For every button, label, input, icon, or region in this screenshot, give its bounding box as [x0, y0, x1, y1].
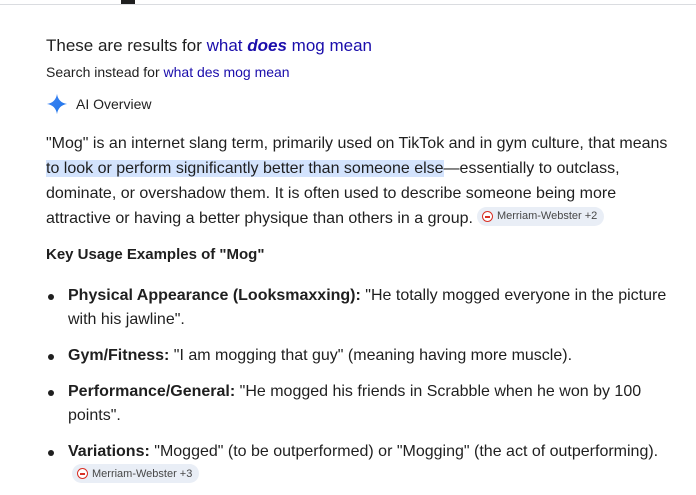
spelling-correction: These are results for what does mog mean	[46, 36, 372, 56]
bullet-term: Gym/Fitness:	[68, 347, 170, 364]
merriam-webster-favicon-icon	[77, 468, 88, 479]
merriam-webster-favicon-icon	[481, 211, 493, 222]
bullet-dot	[48, 354, 54, 360]
source-chip[interactable]: Merriam-Webster +2	[476, 207, 605, 226]
top-divider	[0, 0, 696, 5]
paragraph-text-before: "Mog" is an internet slang term, primari…	[46, 135, 668, 152]
ai-overview-header: AI Overview	[46, 93, 151, 115]
bullet-dot	[48, 450, 54, 456]
corrected-query-link[interactable]: what does mog mean	[207, 36, 372, 55]
bullet-term: Physical Appearance (Looksmaxxing):	[68, 287, 361, 304]
original-query-link[interactable]: what des mog mean	[164, 64, 290, 80]
bullet-dot	[48, 294, 54, 300]
ai-overview-label: AI Overview	[76, 96, 152, 112]
active-tab-indicator	[121, 0, 135, 4]
source-chip-label: Merriam-Webster +3	[92, 467, 193, 480]
bullet-term: Variations:	[68, 443, 150, 460]
results-for-prefix: These are results for	[46, 36, 207, 55]
source-chip-label: Merriam-Webster +2	[496, 210, 598, 222]
search-instead: Search instead for what des mog mean	[46, 63, 290, 81]
source-chip[interactable]: Merriam-Webster +3	[72, 464, 200, 483]
corrected-query-post: mog mean	[286, 36, 372, 55]
bullet-term: Performance/General:	[68, 383, 236, 400]
overview-paragraph: "Mog" is an internet slang term, primari…	[46, 131, 674, 231]
corrected-query-pre: what	[206, 36, 248, 55]
bullet-text: "Mogged" (to be outperformed) or "Moggin…	[149, 443, 659, 460]
key-usage-heading: Key Usage Examples of "Mog"	[46, 246, 265, 263]
bullet-text: "I am mogging that guy" (meaning having …	[169, 347, 573, 364]
highlighted-definition: to look or perform significantly better …	[46, 160, 444, 177]
search-instead-prefix: Search instead for	[46, 64, 164, 80]
bullet-dot	[48, 390, 54, 396]
sparkle-icon	[46, 93, 68, 115]
corrected-query-bold: does	[247, 36, 287, 55]
